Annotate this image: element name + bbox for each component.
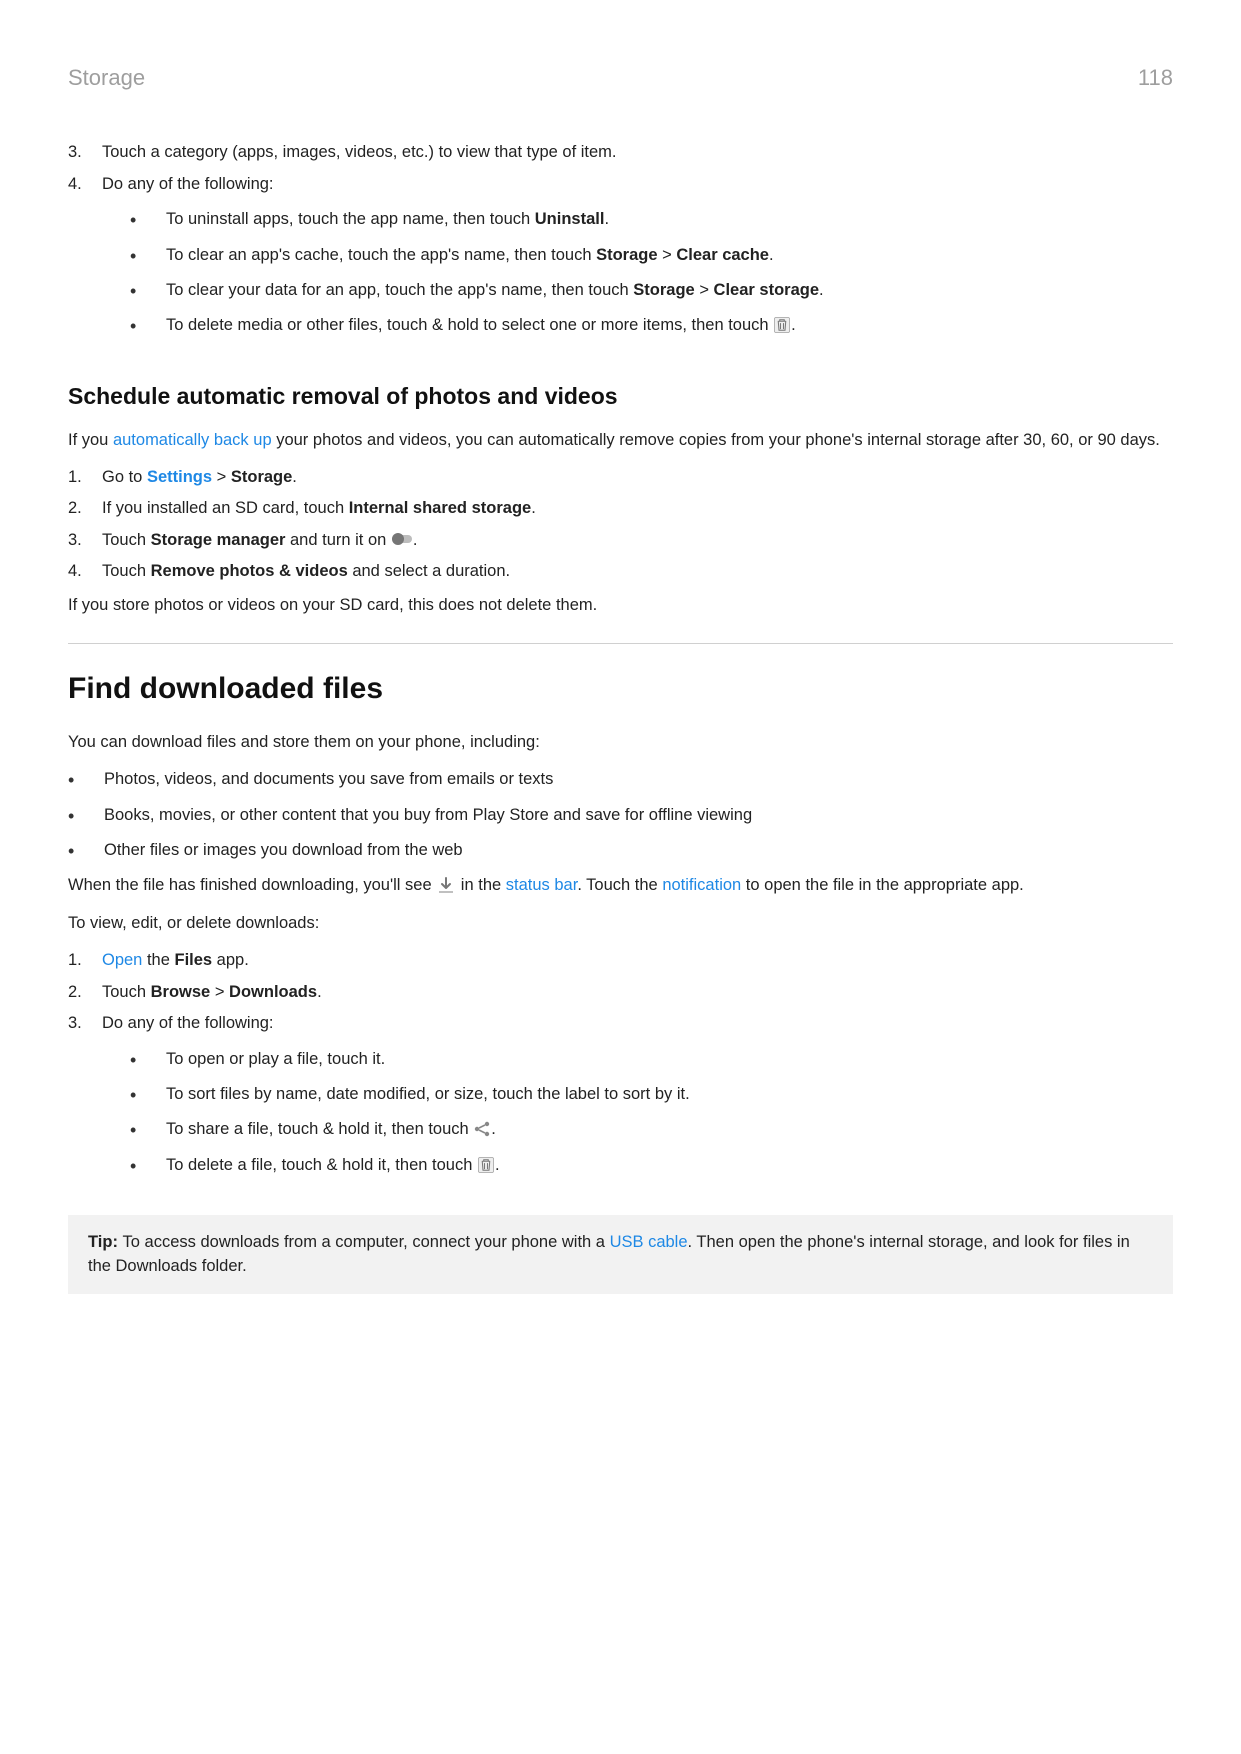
find-view-edit-intro: To view, edit, or delete downloads:	[68, 912, 1173, 935]
bullet-delete-file: To delete a file, touch & hold it, then …	[130, 1154, 1173, 1178]
step-number: 1.	[68, 466, 102, 489]
header-title: Storage	[68, 62, 145, 93]
bullet-uninstall: To uninstall apps, touch the app name, t…	[130, 208, 1173, 231]
find-intro: You can download files and store them on…	[68, 731, 1173, 754]
schedule-note: If you store photos or videos on your SD…	[68, 594, 1173, 617]
schedule-step-1: 1. Go to Settings > Storage.	[68, 466, 1173, 489]
bullet-open-file: To open or play a file, touch it.	[130, 1048, 1173, 1071]
find-bullets: Photos, videos, and documents you save f…	[68, 768, 1173, 862]
find-step-3: 3. Do any of the following: To open or p…	[68, 1012, 1173, 1189]
step-text: Do any of the following:	[102, 175, 274, 193]
bullet-sort-files: To sort files by name, date modified, or…	[130, 1083, 1173, 1106]
bullet-clear-storage: To clear your data for an app, touch the…	[130, 279, 1173, 302]
top-steps-list: 3. Touch a category (apps, images, video…	[68, 141, 1173, 350]
bullet-delete-media: To delete media or other files, touch & …	[130, 314, 1173, 338]
step-number: 3.	[68, 529, 102, 553]
download-arrow-icon	[436, 873, 456, 896]
step-number: 2.	[68, 497, 102, 520]
tip-box: Tip: To access downloads from a computer…	[68, 1215, 1173, 1294]
toggle-on-icon	[391, 528, 413, 551]
page-header: Storage 118	[68, 62, 1173, 93]
find-heading: Find downloaded files	[68, 668, 1173, 711]
download-complete-text: When the file has finished downloading, …	[68, 874, 1173, 898]
trash-icon	[477, 1153, 495, 1176]
step-text: Touch a category (apps, images, videos, …	[102, 141, 1173, 164]
schedule-heading: Schedule automatic removal of photos and…	[68, 380, 1173, 413]
schedule-step-2: 2. If you installed an SD card, touch In…	[68, 497, 1173, 520]
find-step-2: 2. Touch Browse > Downloads.	[68, 981, 1173, 1004]
tip-label: Tip:	[88, 1233, 123, 1251]
usb-cable-link[interactable]: USB cable	[610, 1233, 688, 1251]
step-number: 3.	[68, 141, 102, 164]
auto-backup-link[interactable]: automatically back up	[113, 431, 272, 449]
step-number: 2.	[68, 981, 102, 1004]
share-icon	[473, 1117, 491, 1140]
find-step-1: 1. Open the Files app.	[68, 949, 1173, 972]
settings-link[interactable]: Settings	[147, 468, 212, 486]
step-number: 1.	[68, 949, 102, 972]
schedule-step-3: 3. Touch Storage manager and turn it on …	[68, 529, 1173, 553]
schedule-steps: 1. Go to Settings > Storage. 2. If you i…	[68, 466, 1173, 584]
bullet-clear-cache: To clear an app's cache, touch the app's…	[130, 244, 1173, 267]
step-number: 4.	[68, 173, 102, 350]
step-3: 3. Touch a category (apps, images, video…	[68, 141, 1173, 164]
step-4: 4. Do any of the following: To uninstall…	[68, 173, 1173, 350]
bullet-share-file: To share a file, touch & hold it, then t…	[130, 1118, 1173, 1142]
notification-link[interactable]: notification	[662, 876, 741, 894]
find-step3-bullets: To open or play a file, touch it. To sor…	[102, 1048, 1173, 1178]
step4-bullets: To uninstall apps, touch the app name, t…	[102, 208, 1173, 338]
status-bar-link[interactable]: status bar	[506, 876, 578, 894]
page-number: 118	[1138, 62, 1173, 93]
schedule-intro: If you automatically back up your photos…	[68, 429, 1173, 452]
step-number: 4.	[68, 560, 102, 583]
find-steps: 1. Open the Files app. 2. Touch Browse >…	[68, 949, 1173, 1189]
trash-icon	[773, 313, 791, 336]
find-bullet-3: Other files or images you download from …	[68, 839, 1173, 862]
section-divider	[68, 643, 1173, 644]
step-number: 3.	[68, 1012, 102, 1189]
find-bullet-1: Photos, videos, and documents you save f…	[68, 768, 1173, 791]
find-bullet-2: Books, movies, or other content that you…	[68, 804, 1173, 827]
open-link[interactable]: Open	[102, 951, 142, 969]
schedule-step-4: 4. Touch Remove photos & videos and sele…	[68, 560, 1173, 583]
